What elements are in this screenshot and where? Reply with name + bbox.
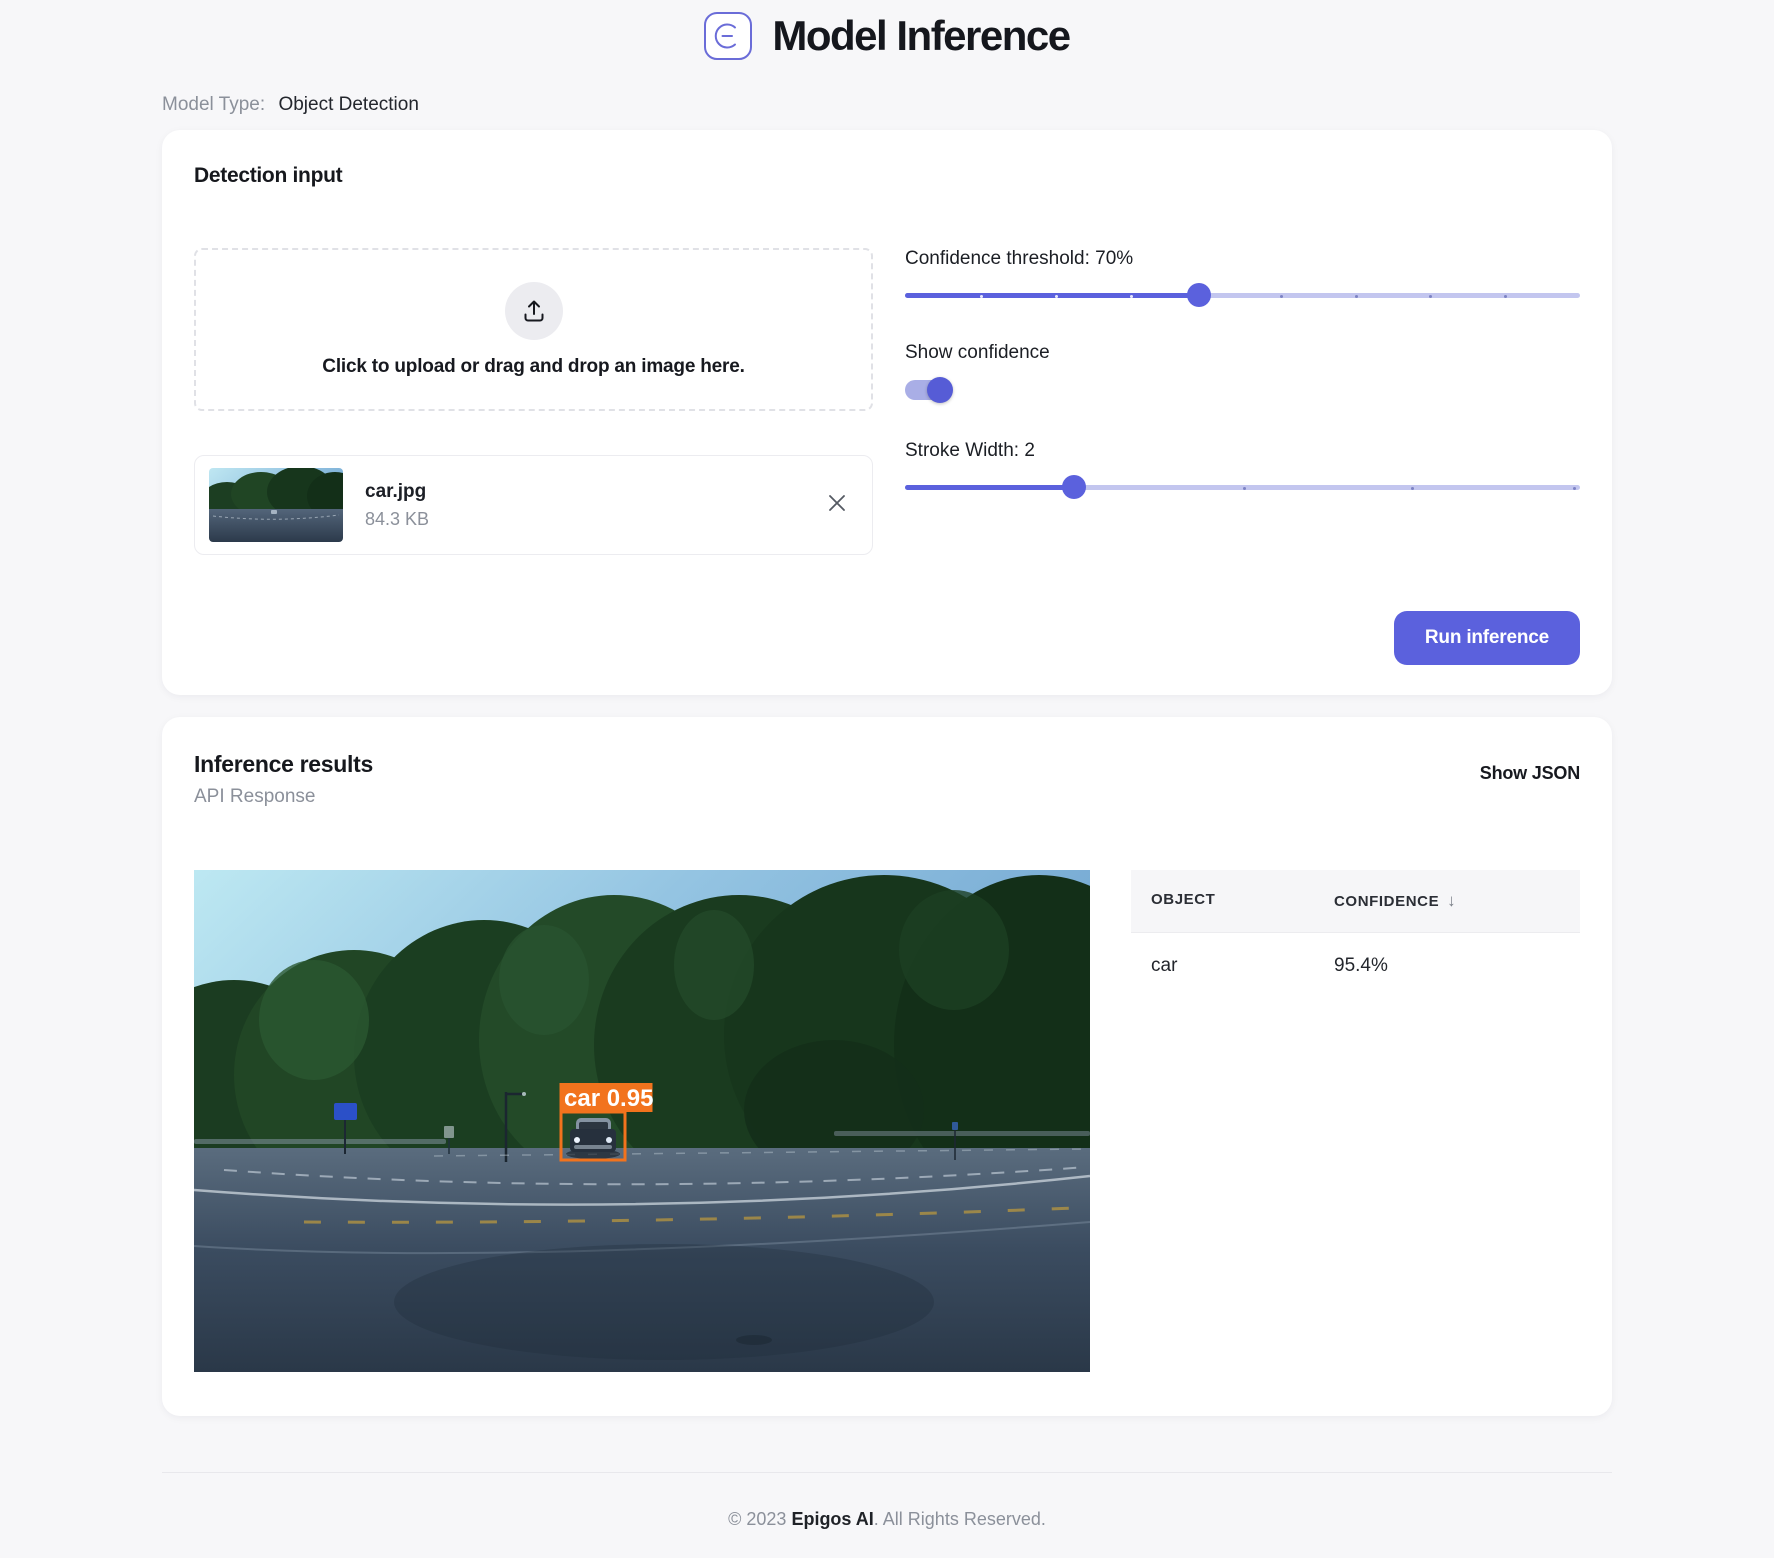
- detections-table: OBJECT CONFIDENCE ↓ car 95.4%: [1131, 870, 1580, 1372]
- results-titles: Inference results API Response: [194, 751, 373, 808]
- slider-tick: [1243, 487, 1246, 490]
- stroke-width-slider[interactable]: [905, 474, 1580, 500]
- slider-tick: [1055, 295, 1058, 298]
- column-header-confidence[interactable]: CONFIDENCE ↓: [1334, 891, 1580, 911]
- slider-tick: [1130, 295, 1133, 298]
- header: Model Inference: [162, 0, 1612, 60]
- results-subtitle: API Response: [194, 786, 373, 808]
- settings-column: Confidence threshold: 70% Show confidenc…: [905, 248, 1580, 555]
- footer: © 2023 Epigos AI. All Rights Reserved.: [162, 1472, 1612, 1558]
- footer-copyright: © 2023: [728, 1509, 791, 1529]
- confidence-slider-thumb[interactable]: [1187, 283, 1211, 307]
- stroke-slider-thumb[interactable]: [1062, 475, 1086, 499]
- slider-fill: [905, 485, 1074, 490]
- upload-dropzone[interactable]: Click to upload or drag and drop an imag…: [194, 248, 873, 411]
- slider-tick: [1355, 295, 1358, 298]
- file-thumbnail: [209, 468, 343, 542]
- upload-icon-circle: [505, 282, 563, 340]
- detection-input-card: Detection input Click to upload or drag …: [162, 130, 1612, 695]
- confidence-threshold-slider[interactable]: [905, 282, 1580, 308]
- inference-results-card: Inference results API Response Show JSON: [162, 717, 1612, 1416]
- table-header-row: OBJECT CONFIDENCE ↓: [1131, 870, 1580, 933]
- confidence-header-label: CONFIDENCE: [1334, 893, 1439, 910]
- footer-rights: . All Rights Reserved.: [874, 1509, 1046, 1529]
- show-confidence-label: Show confidence: [905, 342, 1580, 364]
- file-meta: car.jpg 84.3 KB: [365, 481, 429, 530]
- results-header: Inference results API Response Show JSON: [194, 751, 1580, 808]
- model-type-row: Model Type: Object Detection: [162, 94, 1612, 116]
- page: Model Inference Model Type: Object Detec…: [162, 0, 1612, 1558]
- epigos-logo-icon: [704, 12, 752, 60]
- upload-column: Click to upload or drag and drop an imag…: [194, 248, 873, 555]
- results-content: car 0.95 OBJECT CONFIDENCE ↓ car 95.4%: [194, 870, 1580, 1372]
- remove-file-button[interactable]: [824, 492, 850, 518]
- page-title: Model Inference: [772, 12, 1069, 60]
- results-title: Inference results: [194, 751, 373, 778]
- column-header-object: OBJECT: [1151, 891, 1334, 911]
- upload-instruction: Click to upload or drag and drop an imag…: [322, 356, 744, 378]
- close-icon: [826, 492, 848, 514]
- run-row: Run inference: [194, 611, 1580, 679]
- confidence-threshold-label: Confidence threshold: 70%: [905, 248, 1580, 270]
- sort-desc-icon: ↓: [1447, 891, 1456, 910]
- model-type-value: Object Detection: [278, 94, 418, 115]
- footer-brand: Epigos AI: [791, 1509, 873, 1529]
- uploaded-file-item: car.jpg 84.3 KB: [194, 455, 873, 555]
- file-size: 84.3 KB: [365, 509, 429, 530]
- detection-label: car 0.95: [564, 1085, 653, 1112]
- cell-object: car: [1151, 955, 1334, 977]
- slider-fill: [905, 293, 1199, 298]
- stroke-width-label: Stroke Width: 2: [905, 440, 1580, 462]
- cell-confidence: 95.4%: [1334, 955, 1580, 977]
- result-image: car 0.95: [194, 870, 1090, 1372]
- upload-icon: [521, 298, 547, 324]
- file-name: car.jpg: [365, 481, 429, 503]
- detection-input-grid: Click to upload or drag and drop an imag…: [194, 248, 1580, 555]
- table-row: car 95.4%: [1131, 933, 1580, 999]
- run-inference-button[interactable]: Run inference: [1394, 611, 1580, 665]
- detection-input-title: Detection input: [194, 164, 1580, 188]
- show-confidence-toggle[interactable]: [905, 376, 955, 404]
- slider-tick: [980, 295, 983, 298]
- slider-tick: [1280, 295, 1283, 298]
- show-json-button[interactable]: Show JSON: [1480, 763, 1580, 784]
- toggle-knob: [927, 377, 953, 403]
- model-type-label: Model Type:: [162, 94, 265, 115]
